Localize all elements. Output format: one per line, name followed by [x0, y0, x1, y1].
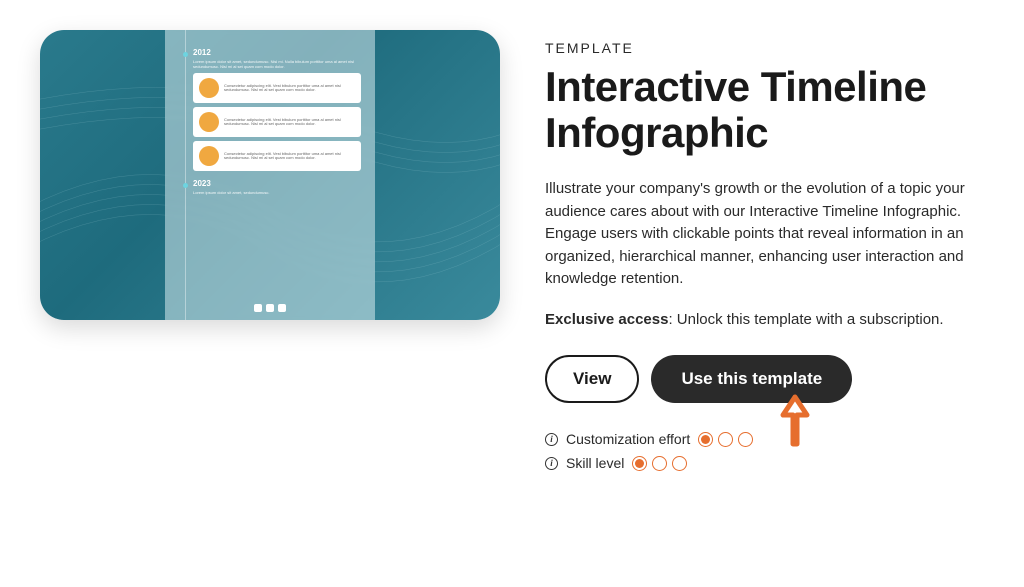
year-label: 2023 — [193, 179, 361, 188]
entry-icon — [199, 112, 219, 132]
template-preview-panel: 2012 Lorem ipsum dolor sit amet, sedundu… — [40, 30, 500, 557]
metric-label: Skill level — [566, 455, 624, 471]
rating-dot-empty — [652, 456, 667, 471]
template-description: Illustrate your company's growth or the … — [545, 178, 984, 291]
customization-effort-metric: i Customization effort — [545, 431, 984, 447]
social-icons — [254, 304, 286, 312]
template-title: Interactive Timeline Infographic — [545, 64, 984, 156]
entry-icon — [199, 146, 219, 166]
rating-dot-empty — [672, 456, 687, 471]
access-note: Exclusive access: Unlock this template w… — [545, 309, 984, 332]
entry-text: Consectetur adipiscing elit. Vest bibulu… — [224, 118, 355, 128]
timeline-year-2012: 2012 Lorem ipsum dolor sit amet, sedundu… — [179, 48, 361, 171]
rating-dots — [698, 432, 753, 447]
template-details-panel: TEMPLATE Interactive Timeline Infographi… — [545, 30, 984, 557]
year-description: Lorem ipsum dolor sit amet, sedundumusc. — [193, 190, 361, 195]
info-icon[interactable]: i — [545, 433, 558, 446]
timeline-entry: Consectetur adipiscing elit. Vest bibulu… — [193, 73, 361, 103]
timeline-mockup: 2012 Lorem ipsum dolor sit amet, sedundu… — [165, 30, 375, 320]
entry-text: Consectetur adipiscing elit. Vest bibulu… — [224, 152, 355, 162]
category-label: TEMPLATE — [545, 40, 984, 56]
rating-dots — [632, 456, 687, 471]
info-icon[interactable]: i — [545, 457, 558, 470]
use-template-button[interactable]: Use this template — [651, 355, 852, 403]
rating-dot-empty — [718, 432, 733, 447]
access-label: Exclusive access — [545, 311, 668, 328]
timeline-entry: Consectetur adipiscing elit. Vest bibulu… — [193, 107, 361, 137]
rating-dot-filled — [698, 432, 713, 447]
metric-label: Customization effort — [566, 431, 690, 447]
rating-dot-empty — [738, 432, 753, 447]
skill-level-metric: i Skill level — [545, 455, 984, 471]
rating-dot-filled — [632, 456, 647, 471]
entry-icon — [199, 78, 219, 98]
timeline-entry: Consectetur adipiscing elit. Vest bibulu… — [193, 141, 361, 171]
year-description: Lorem ipsum dolor sit amet, sedundumusc.… — [193, 59, 361, 69]
timeline-year-2023: 2023 Lorem ipsum dolor sit amet, sedundu… — [179, 179, 361, 195]
template-preview-image[interactable]: 2012 Lorem ipsum dolor sit amet, sedundu… — [40, 30, 500, 320]
entry-text: Consectetur adipiscing elit. Vest bibulu… — [224, 84, 355, 94]
button-row: View Use this template — [545, 355, 984, 403]
year-label: 2012 — [193, 48, 361, 57]
access-text: : Unlock this template with a subscripti… — [668, 311, 943, 328]
view-button[interactable]: View — [545, 355, 639, 403]
